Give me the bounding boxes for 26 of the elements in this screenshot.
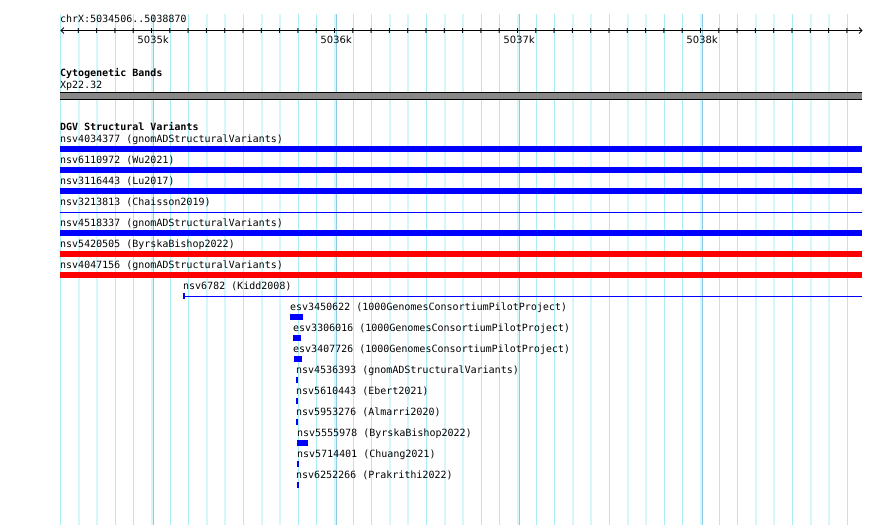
variant-label: nsv3213813 (Chaisson2019) [60, 197, 211, 209]
variant-label: nsv6110972 (Wu2021) [60, 155, 174, 167]
variant-label: esv3306016 (1000GenomesConsortiumPilotProject) [293, 323, 570, 335]
variant-label: nsv4034377 (gnomADStructuralVariants) [60, 134, 283, 146]
band-label: Xp22.32 [60, 80, 102, 92]
location-label: chrX:5034506..5038870 [60, 14, 186, 26]
variant-label: nsv6252266 (Prakrithi2022) [296, 470, 453, 482]
variant-label: nsv5953276 (Almarri2020) [296, 407, 440, 419]
variant-label: esv3407726 (1000GenomesConsortiumPilotProject) [293, 344, 570, 356]
variant-label: nsv4518337 (gnomADStructuralVariants) [60, 218, 283, 230]
variant-label: nsv4047156 (gnomADStructuralVariants) [60, 260, 283, 272]
variant-label: nsv5420505 (ByrskaBishop2022) [60, 239, 235, 251]
tick-label: 5036k [320, 35, 352, 47]
variant-label: nsv4536393 (gnomADStructuralVariants) [296, 365, 519, 377]
variant-end-mark [183, 293, 185, 299]
variant-label: esv3450622 (1000GenomesConsortiumPilotProject) [290, 302, 567, 314]
tick-label: 5035k [137, 35, 169, 47]
tick-label: 5038k [686, 35, 718, 47]
tick-label: 5037k [503, 35, 535, 47]
track-title: Cytogenetic Bands [60, 68, 162, 80]
variant-label: nsv5610443 (Ebert2021) [296, 386, 428, 398]
variant-label: nsv5714401 (Chuang2021) [297, 449, 436, 461]
track-title: DGV Structural Variants [60, 122, 198, 134]
variant-label: nsv6782 (Kidd2008) [183, 281, 292, 293]
variant-label: nsv5555978 (ByrskaBishop2022) [297, 428, 472, 440]
variant-label: nsv3116443 (Lu2017) [60, 176, 174, 188]
